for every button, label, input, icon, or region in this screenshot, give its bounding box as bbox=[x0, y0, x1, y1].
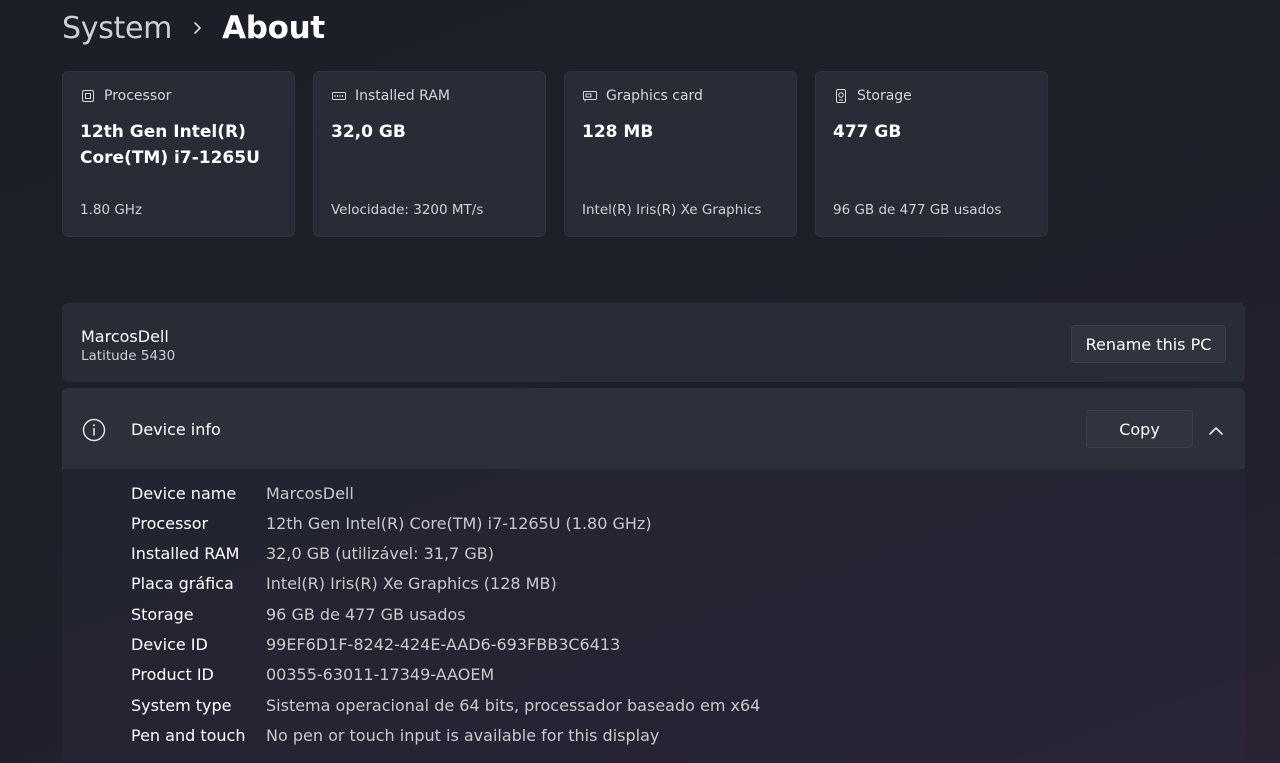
spec-row-installed-ram: Installed RAM 32,0 GB (utilizável: 31,7 … bbox=[131, 538, 494, 568]
ram-icon bbox=[331, 88, 347, 104]
spec-row-product-id: Product ID 00355-63011-17349-AAOEM bbox=[131, 659, 494, 689]
spec-row-device-name: Device name MarcosDell bbox=[131, 478, 354, 508]
spec-label: Storage bbox=[131, 604, 194, 624]
spec-value: 32,0 GB (utilizável: 31,7 GB) bbox=[266, 543, 494, 563]
spec-label: Product ID bbox=[131, 664, 214, 684]
spec-label: Pen and touch bbox=[131, 725, 246, 745]
graphics-card-card: Graphics card 128 MB Intel(R) Iris(R) Xe… bbox=[564, 71, 797, 237]
breadcrumb: System About bbox=[62, 6, 325, 50]
spec-value: 99EF6D1F-8242-424E-AAD6-693FBB3C6413 bbox=[266, 634, 621, 654]
spec-label: System type bbox=[131, 695, 232, 715]
card-title: Processor bbox=[104, 88, 172, 104]
spec-label: Installed RAM bbox=[131, 543, 240, 563]
page-title: About bbox=[222, 10, 325, 46]
spec-value: MarcosDell bbox=[266, 483, 354, 503]
spec-value: 00355-63011-17349-AAOEM bbox=[266, 664, 495, 684]
card-title: Graphics card bbox=[606, 88, 703, 104]
spec-value: 12th Gen Intel(R) Core(TM) i7-1265U (1.8… bbox=[266, 513, 652, 533]
rename-pc-button[interactable]: Rename this PC bbox=[1071, 325, 1226, 363]
card-detail: Intel(R) Iris(R) Xe Graphics bbox=[582, 202, 762, 218]
storage-icon bbox=[833, 88, 849, 104]
spec-row-storage: Storage 96 GB de 477 GB usados bbox=[131, 599, 466, 629]
spec-label: Device name bbox=[131, 483, 237, 503]
spec-label: Device ID bbox=[131, 634, 208, 654]
copy-button[interactable]: Copy bbox=[1086, 410, 1193, 448]
spec-value: No pen or touch input is available for t… bbox=[266, 725, 660, 745]
spec-row-graphics: Placa gráfica Intel(R) Iris(R) Xe Graphi… bbox=[131, 568, 557, 598]
pc-name-row: MarcosDell Latitude 5430 Rename this PC bbox=[62, 303, 1245, 382]
spec-row-processor: Processor 12th Gen Intel(R) Core(TM) i7-… bbox=[131, 508, 652, 538]
card-detail: Velocidade: 3200 MT/s bbox=[331, 202, 484, 218]
spec-value: Sistema operacional de 64 bits, processa… bbox=[266, 695, 761, 715]
spec-label: Placa gráfica bbox=[131, 573, 234, 593]
card-title: Storage bbox=[857, 88, 912, 104]
device-info-body: Device name MarcosDell Processor 12th Ge… bbox=[62, 469, 1245, 763]
spec-value: Intel(R) Iris(R) Xe Graphics (128 MB) bbox=[266, 573, 557, 593]
storage-card: Storage 477 GB 96 GB de 477 GB usados bbox=[815, 71, 1048, 237]
processor-icon bbox=[80, 88, 96, 104]
card-value: 32,0 GB bbox=[331, 122, 406, 142]
pc-name: MarcosDell bbox=[81, 327, 169, 346]
breadcrumb-system[interactable]: System bbox=[62, 11, 172, 46]
card-detail: 96 GB de 477 GB usados bbox=[833, 202, 1002, 218]
card-value: 477 GB bbox=[833, 122, 902, 142]
chevron-up-icon[interactable] bbox=[1208, 422, 1224, 441]
spec-row-pen-touch: Pen and touch No pen or touch input is a… bbox=[131, 720, 659, 750]
device-info-title: Device info bbox=[131, 420, 221, 439]
card-value: 12th Gen Intel(R) Core(TM) i7-1265U bbox=[80, 122, 260, 168]
graphics-card-icon bbox=[582, 88, 598, 104]
spec-label: Processor bbox=[131, 513, 209, 533]
info-icon bbox=[82, 418, 106, 446]
card-value: 128 MB bbox=[582, 122, 654, 142]
spec-row-system-type: System type Sistema operacional de 64 bi… bbox=[131, 690, 760, 720]
spec-row-device-id: Device ID 99EF6D1F-8242-424E-AAD6-693FBB… bbox=[131, 629, 620, 659]
pc-model: Latitude 5430 bbox=[81, 348, 176, 364]
ram-card: Installed RAM 32,0 GB Velocidade: 3200 M… bbox=[313, 71, 546, 237]
chevron-right-icon bbox=[172, 21, 222, 35]
card-detail: 1.80 GHz bbox=[80, 202, 143, 218]
spec-value: 96 GB de 477 GB usados bbox=[266, 604, 466, 624]
card-title: Installed RAM bbox=[355, 88, 450, 104]
processor-card: Processor 12th Gen Intel(R) Core(TM) i7-… bbox=[62, 71, 295, 237]
device-info-header[interactable]: Device info Copy bbox=[62, 388, 1245, 469]
